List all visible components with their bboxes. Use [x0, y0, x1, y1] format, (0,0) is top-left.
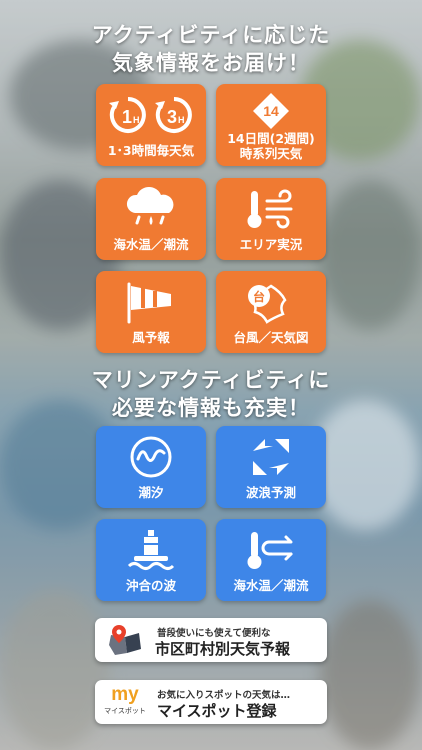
- svg-text:14: 14: [263, 103, 279, 119]
- tile-wave-forecast-label: 波浪予測: [245, 485, 296, 500]
- tile-sea-temp-current-marine[interactable]: 海水温／潮流: [216, 519, 326, 601]
- headline-bottom: マリンアクティビティに 必要な情報も充実！: [0, 366, 422, 422]
- tile-hourly-weather[interactable]: 1 H 3 H 1･3時間毎天気: [96, 84, 206, 166]
- tile-area-live-label: エリア実況: [239, 237, 303, 252]
- tile-typhoon-map-label: 台風／天気図: [233, 330, 309, 345]
- rain-cloud-icon: [96, 186, 206, 232]
- tile-wind-forecast[interactable]: 風予報: [96, 271, 206, 353]
- headline-top-line2: 気象情報をお届け！: [112, 51, 310, 75]
- myspot-banner[interactable]: my マイスポット お気に入りスポットの天気は… マイスポット登録: [95, 680, 327, 724]
- windsock-icon: [96, 279, 206, 325]
- tile-14day-weather[interactable]: 14 14日間(2週間) 時系列天気: [216, 84, 326, 166]
- calendar-14-icon: 14: [216, 88, 326, 134]
- myspot-banner-title: マイスポット登録: [157, 702, 277, 720]
- tile-tide[interactable]: 潮汐: [96, 426, 206, 508]
- svg-text:台: 台: [253, 289, 265, 304]
- city-forecast-banner-title: 市区町村別天気予報: [155, 640, 291, 658]
- my-spot-icon: my マイスポット: [104, 684, 146, 715]
- hourly-clock-icon: 1 H 3 H: [96, 92, 206, 138]
- tile-area-live[interactable]: エリア実況: [216, 178, 326, 260]
- svg-text:3: 3: [167, 107, 177, 127]
- headline-top: アクティビティに応じた 気象情報をお届け！: [0, 21, 422, 77]
- wave-arrows-icon: [216, 434, 326, 480]
- tile-sea-temp-current-marine-label: 海水温／潮流: [233, 578, 309, 593]
- svg-text:1: 1: [122, 107, 132, 127]
- typhoon-map-icon: 台: [216, 279, 326, 325]
- tile-sea-temp-current-label: 海水温／潮流: [113, 237, 189, 252]
- svg-text:H: H: [178, 115, 185, 125]
- tile-wind-forecast-label: 風予報: [132, 330, 170, 345]
- svg-text:H: H: [133, 115, 140, 125]
- tile-wave-forecast[interactable]: 波浪予測: [216, 426, 326, 508]
- tile-typhoon-map[interactable]: 台 台風／天気図: [216, 271, 326, 353]
- city-forecast-banner-subtitle: 普段使いにも使えて便利な: [157, 628, 271, 639]
- city-map-pin-icon: [105, 623, 145, 657]
- headline-bottom-line2: 必要な情報も充実！: [112, 396, 310, 420]
- city-forecast-banner[interactable]: 普段使いにも使えて便利な 市区町村別天気予報: [95, 618, 327, 662]
- tide-wave-icon: [96, 434, 206, 480]
- tile-offshore-waves-label: 沖合の波: [125, 578, 176, 593]
- headline-top-line1: アクティビティに応じた: [91, 23, 331, 47]
- promo-screen: アクティビティに応じた 気象情報をお届け！ 1 H 3 H 1･3時間毎天気 1…: [0, 0, 422, 750]
- tile-offshore-waves[interactable]: 沖合の波: [96, 519, 206, 601]
- headline-bottom-line1: マリンアクティビティに: [91, 368, 331, 392]
- myspot-banner-subtitle: お気に入りスポットの天気は…: [157, 690, 291, 701]
- tile-14day-weather-label: 14日間(2週間) 時系列天気: [227, 131, 315, 161]
- thermometer-wind-icon: [216, 186, 326, 232]
- tile-sea-temp-current[interactable]: 海水温／潮流: [96, 178, 206, 260]
- thermometer-current-icon: [216, 527, 326, 573]
- tile-hourly-weather-label: 1･3時間毎天気: [107, 143, 195, 158]
- tile-tide-label: 潮汐: [138, 485, 164, 500]
- buoy-icon: [96, 527, 206, 573]
